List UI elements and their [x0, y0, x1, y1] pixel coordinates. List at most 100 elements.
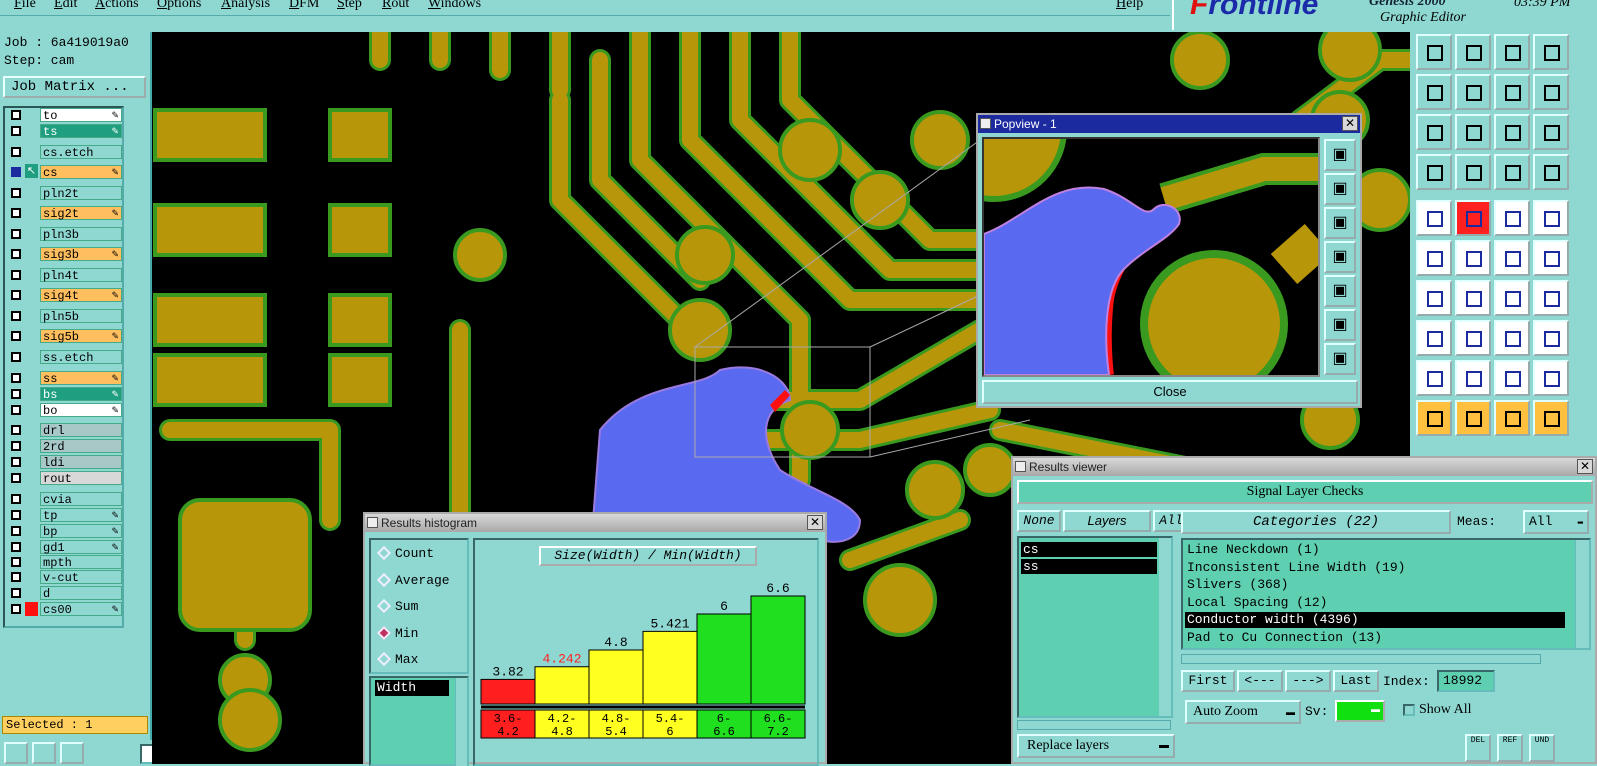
slash-tool[interactable]	[1455, 280, 1491, 316]
popview-tool-6[interactable]: ▣	[1324, 309, 1356, 341]
group-tool[interactable]	[1533, 320, 1569, 356]
arc-tool[interactable]	[1416, 360, 1452, 396]
layer-checkbox[interactable]	[11, 167, 21, 177]
histogram-bar[interactable]	[642, 630, 698, 705]
layer-checkbox[interactable]	[11, 352, 21, 362]
layer-row-d[interactable]: d	[7, 586, 122, 601]
layer-row-bo[interactable]: bo ✎	[7, 403, 122, 418]
help-tool[interactable]	[1533, 74, 1569, 110]
measure-tool[interactable]	[1455, 200, 1491, 236]
histogram-bar[interactable]	[534, 666, 590, 705]
select-tool[interactable]	[1416, 320, 1452, 356]
prev-button[interactable]: <---	[1237, 670, 1283, 692]
snap-tool[interactable]	[1416, 200, 1452, 236]
layer-row-pln3b[interactable]: pln3b	[7, 227, 122, 242]
histogram-bar[interactable]	[588, 649, 644, 705]
layer-row-pln4t[interactable]: pln4t	[7, 268, 122, 283]
ruler-tool[interactable]	[1494, 200, 1530, 236]
field-list[interactable]: Width	[369, 676, 469, 766]
layer-name-box[interactable]: tp ✎	[40, 508, 122, 523]
layer-row-pln5b[interactable]: pln5b	[7, 309, 122, 324]
arc2-tool[interactable]	[1494, 360, 1530, 396]
arrow-right-tool[interactable]	[1455, 74, 1491, 110]
layer-checkbox[interactable]	[11, 425, 21, 435]
layer-checkbox[interactable]	[11, 110, 21, 120]
line-tool[interactable]	[1494, 240, 1530, 276]
minus-tool[interactable]	[1455, 320, 1491, 356]
layer-name-box[interactable]: pln3b	[40, 227, 122, 242]
rotate-tool[interactable]	[1494, 280, 1530, 316]
last-button[interactable]: Last	[1333, 670, 1379, 692]
window-menu-icon[interactable]	[367, 517, 378, 528]
histogram-titlebar[interactable]: Results histogram ✕	[365, 514, 825, 532]
pad-tool[interactable]	[1533, 200, 1569, 236]
step-tool[interactable]	[1533, 400, 1569, 436]
window-menu-icon[interactable]	[980, 118, 991, 129]
layer-row-pln2t[interactable]: pln2t	[7, 186, 122, 201]
arc3-tool[interactable]	[1533, 360, 1569, 396]
layer-checkbox[interactable]	[11, 588, 21, 598]
signal2-tool[interactable]	[1533, 154, 1569, 190]
layer-row-sig3b[interactable]: sig3b ✎	[7, 247, 122, 262]
image-tool[interactable]	[1533, 34, 1569, 70]
layer-checkbox[interactable]	[11, 373, 21, 383]
delete-result-button[interactable]: DEL	[1465, 734, 1491, 762]
auto-zoom-dropdown[interactable]: Auto Zoom ▬	[1185, 700, 1301, 724]
index-input[interactable]: 18992	[1437, 670, 1495, 692]
layer-row-v-cut[interactable]: v-cut	[7, 570, 122, 585]
layer-name-box[interactable]: cs ✎	[40, 165, 122, 180]
layer-name-box[interactable]: d	[40, 586, 122, 601]
layer-list-scrollbar[interactable]	[1159, 538, 1171, 716]
layer-checkbox[interactable]	[11, 147, 21, 157]
layer-checkbox[interactable]	[11, 457, 21, 467]
menu-options[interactable]: Options	[157, 0, 201, 12]
signal-tool[interactable]	[1494, 154, 1530, 190]
menu-edit[interactable]: Edit	[54, 0, 77, 12]
layer-name-box[interactable]: sig4t ✎	[40, 288, 122, 303]
layer-checkbox[interactable]	[11, 311, 21, 321]
layer-checkbox[interactable]	[11, 572, 21, 582]
bottom-tool-2[interactable]	[32, 742, 56, 764]
layer-name-box[interactable]: bs ✎	[40, 387, 122, 402]
layer-checkbox[interactable]	[11, 389, 21, 399]
histogram-bar[interactable]	[696, 613, 752, 705]
layer-row-sig2t[interactable]: sig2t ✎	[7, 206, 122, 221]
tools-tool[interactable]	[1416, 154, 1452, 190]
histogram-bar[interactable]	[480, 678, 536, 705]
layer-row-ss.etch[interactable]: ss.etch	[7, 350, 122, 365]
zoom-tool[interactable]	[1455, 114, 1491, 150]
close-icon[interactable]: ✕	[807, 515, 823, 530]
layer-name-box[interactable]: ldi	[40, 455, 122, 470]
cross-tool[interactable]	[1455, 240, 1491, 276]
question-tool[interactable]	[1533, 114, 1569, 150]
meas-dropdown[interactable]: All ▬	[1523, 510, 1589, 534]
popview-tool-2[interactable]: ▣	[1324, 173, 1356, 205]
layer-name-box[interactable]: pln2t	[40, 186, 122, 201]
popview-tool-1[interactable]: ▣	[1324, 139, 1356, 171]
layer-row-bp[interactable]: bp ✎	[7, 524, 122, 539]
field-list-scrollbar[interactable]	[455, 678, 467, 766]
layer-checkbox[interactable]	[11, 405, 21, 415]
layer-name-box[interactable]: pln4t	[40, 268, 122, 283]
window-menu-icon[interactable]	[1015, 461, 1026, 472]
layer-name-box[interactable]: drl	[40, 423, 122, 438]
cycle-tool[interactable]	[1494, 74, 1530, 110]
layer-checkbox[interactable]	[11, 542, 21, 552]
popview-tool-5[interactable]: ▣	[1324, 275, 1356, 307]
results-titlebar[interactable]: Results viewer ✕	[1013, 458, 1595, 476]
category-item[interactable]: Line Neckdown (1)	[1185, 542, 1565, 558]
layer-name-box[interactable]: rout	[40, 471, 122, 486]
layer-row-cvia[interactable]: cvia	[7, 492, 122, 507]
menu-windows[interactable]: Windows	[428, 0, 481, 12]
layer-checkbox[interactable]	[11, 557, 21, 567]
layer-row-sig5b[interactable]: sig5b ✎	[7, 329, 122, 344]
layer-name-box[interactable]: sig2t ✎	[40, 206, 122, 221]
layer-row-mpth[interactable]: mpth	[7, 555, 122, 570]
route-tool[interactable]	[1533, 240, 1569, 276]
layer-name-box[interactable]: sig5b ✎	[40, 329, 122, 344]
layer-name-box[interactable]: to ✎	[40, 108, 122, 123]
pointer2-tool[interactable]	[1455, 400, 1491, 436]
export-tool[interactable]	[1455, 34, 1491, 70]
categories-button[interactable]: Categories (22)	[1181, 510, 1451, 534]
pointer3-tool[interactable]	[1494, 400, 1530, 436]
